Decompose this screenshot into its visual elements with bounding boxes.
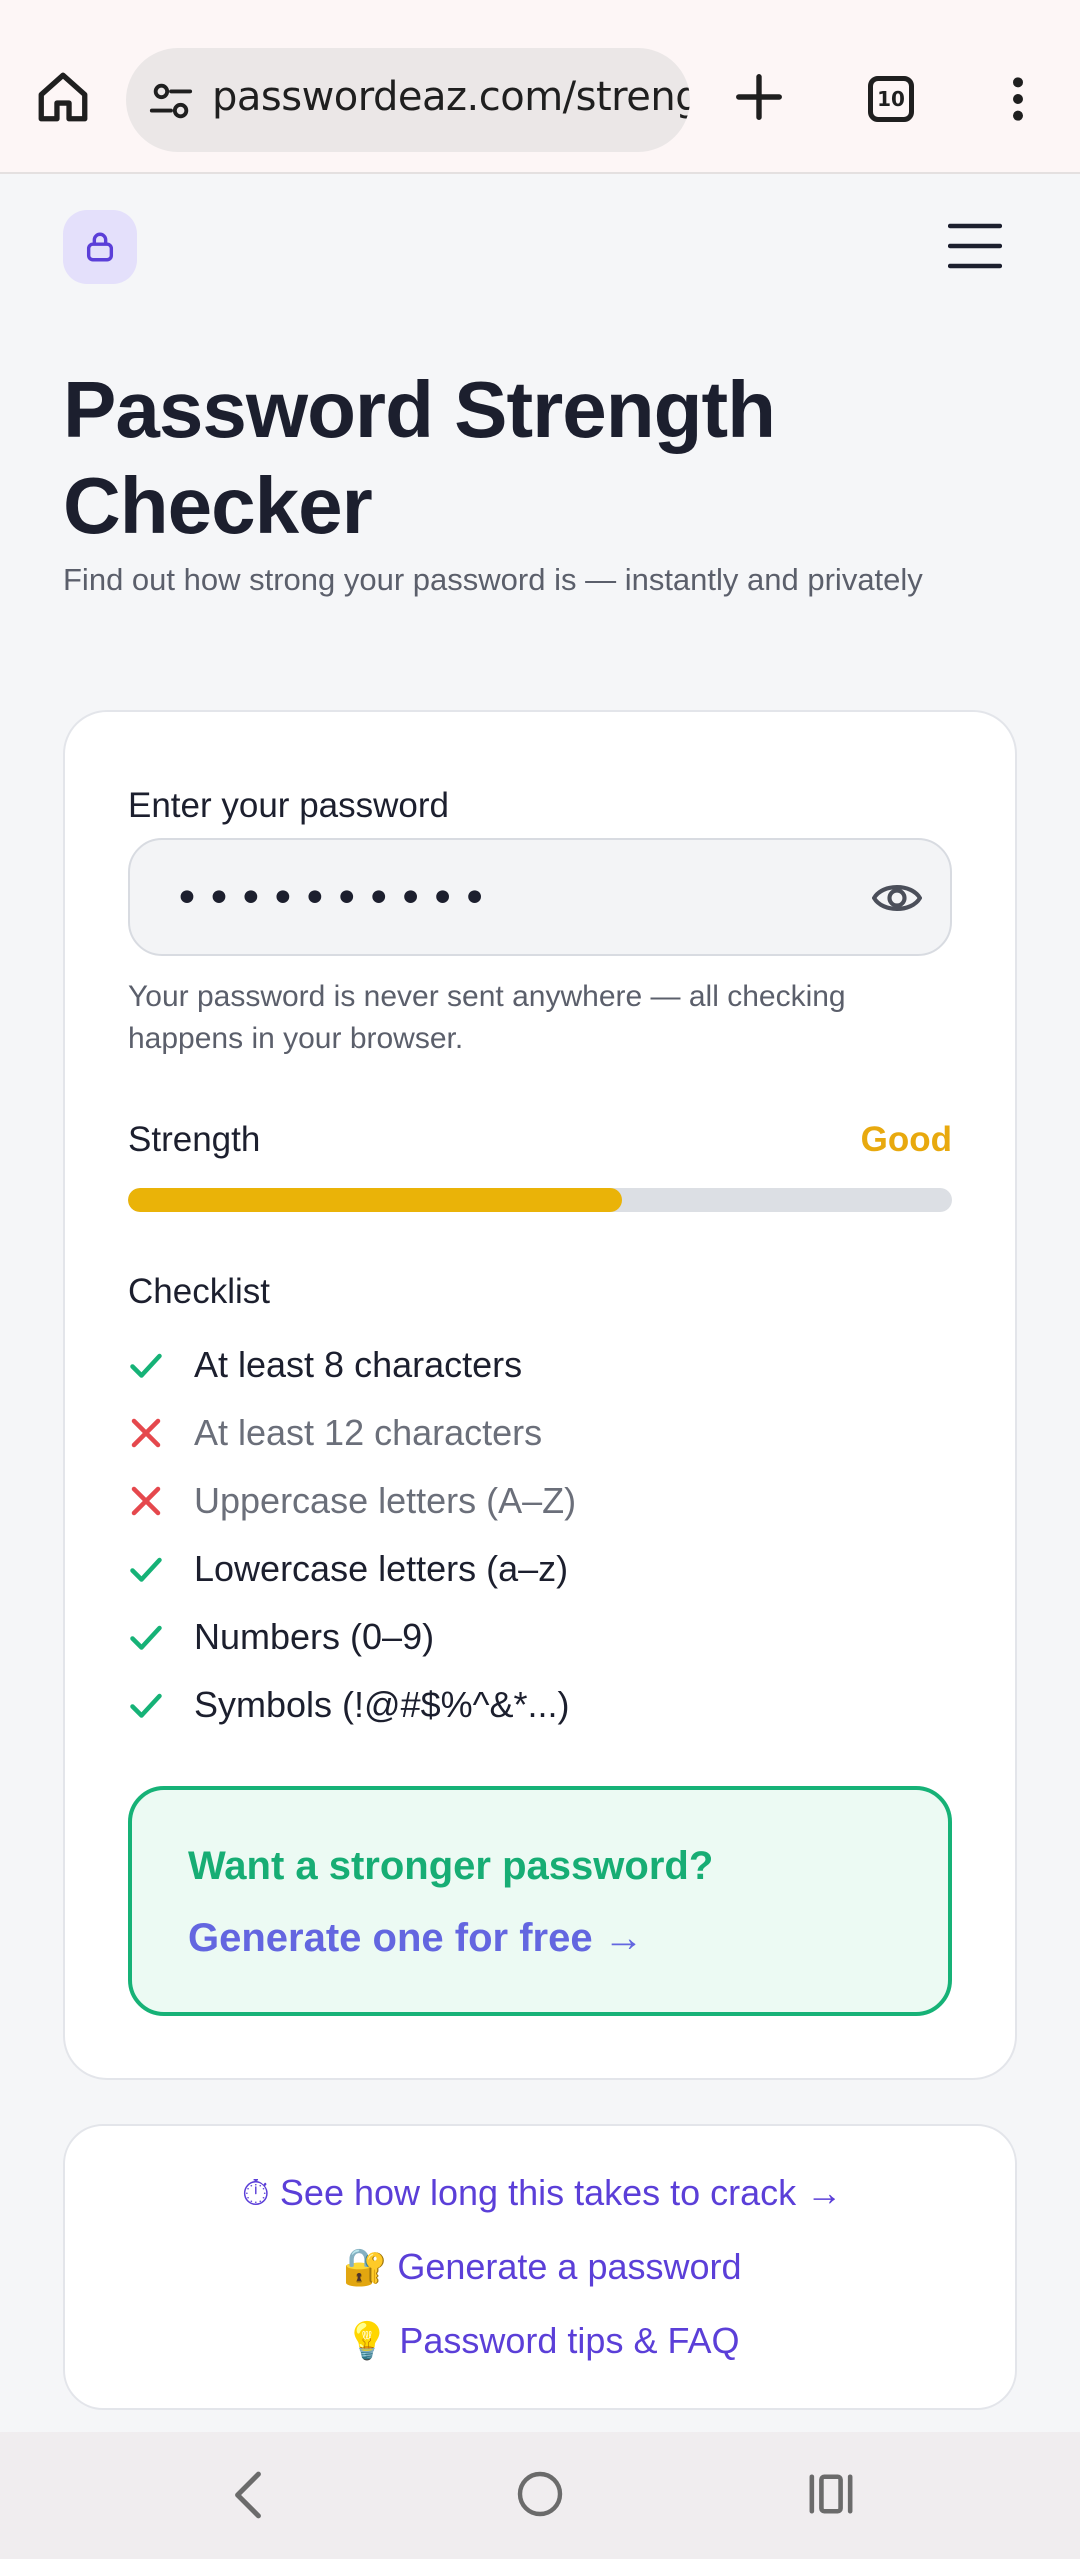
lightbulb-icon: 💡 xyxy=(344,2321,390,2362)
more-menu-icon[interactable] xyxy=(1000,74,1036,124)
home-circle-icon[interactable] xyxy=(516,2470,564,2518)
checklist-item-label: Numbers (0–9) xyxy=(194,1616,435,1657)
hamburger-menu-icon[interactable] xyxy=(948,220,1002,272)
checklist-item-label: Lowercase letters (a–z) xyxy=(194,1548,569,1589)
tab-count: 10 xyxy=(877,87,905,111)
check-icon xyxy=(128,1551,164,1587)
page-subtitle: Find out how strong your password is — i… xyxy=(63,562,923,597)
related-links-card: ⏱ See how long this takes to crack → 🔐 G… xyxy=(63,2124,1017,2410)
checklist-item-label: Uppercase letters (A–Z) xyxy=(194,1480,577,1521)
checklist-title: Checklist xyxy=(128,1272,270,1311)
password-label: Enter your password xyxy=(128,786,449,825)
password-field[interactable] xyxy=(128,838,952,956)
checklist-item: Numbers (0–9) xyxy=(128,1612,928,1662)
strength-label: Strength xyxy=(128,1120,261,1159)
checklist-item-label: At least 8 characters xyxy=(194,1344,523,1385)
cross-icon xyxy=(128,1483,164,1519)
back-icon[interactable] xyxy=(228,2470,268,2520)
site-settings-icon[interactable] xyxy=(148,78,194,124)
checklist-item: Lowercase letters (a–z) xyxy=(128,1544,928,1594)
check-icon xyxy=(128,1619,164,1655)
cta-heading: Want a stronger password? xyxy=(188,1844,714,1888)
stopwatch-icon: ⏱ xyxy=(241,2173,270,2214)
generate-password-link-label: Generate a password xyxy=(397,2246,742,2287)
system-nav-bar xyxy=(0,2432,1080,2559)
checklist-item: Uppercase letters (A–Z) xyxy=(128,1476,928,1526)
generate-password-link[interactable]: 🔐 Generate a password xyxy=(65,2246,1019,2288)
generate-link[interactable]: Generate one for free → xyxy=(188,1916,644,1961)
new-tab-icon[interactable] xyxy=(732,70,786,124)
address-bar[interactable]: passwordeaz.com/strength xyxy=(126,48,690,152)
checklist-item: Symbols (!@#$%^&*...) xyxy=(128,1680,928,1730)
cross-icon xyxy=(128,1415,164,1451)
password-input[interactable] xyxy=(174,870,834,926)
check-icon xyxy=(128,1347,164,1383)
crack-time-link-label: See how long this takes to crack → xyxy=(279,2172,843,2213)
checklist-item-label: Symbols (!@#$%^&*...) xyxy=(194,1684,570,1725)
lock-icon xyxy=(86,232,114,262)
privacy-note: Your password is never sent anywhere — a… xyxy=(128,980,846,1055)
lock-key-icon: 🔐 xyxy=(342,2247,388,2288)
check-icon xyxy=(128,1687,164,1723)
home-icon[interactable] xyxy=(34,68,92,126)
eye-icon[interactable] xyxy=(872,876,922,920)
site-logo[interactable] xyxy=(63,210,137,284)
strength-bar-fill xyxy=(128,1188,623,1212)
url-text[interactable]: passwordeaz.com/strength xyxy=(212,74,690,120)
generator-cta[interactable]: Want a stronger password? Generate one f… xyxy=(128,1786,952,2016)
strength-bar xyxy=(128,1188,952,1212)
tips-faq-link[interactable]: 💡 Password tips & FAQ xyxy=(65,2320,1019,2362)
page-title: Password Strength Checker xyxy=(63,365,776,550)
crack-time-link[interactable]: ⏱ See how long this takes to crack → xyxy=(65,2172,1019,2215)
tips-faq-link-label: Password tips & FAQ xyxy=(399,2320,740,2361)
tab-switcher-icon[interactable]: 10 xyxy=(868,76,914,122)
recents-icon[interactable] xyxy=(808,2472,854,2516)
checklist-item: At least 8 characters xyxy=(128,1340,928,1390)
checklist-item: At least 12 characters xyxy=(128,1408,928,1458)
browser-toolbar: passwordeaz.com/strength 10 xyxy=(0,0,1080,174)
checklist-item-label: At least 12 characters xyxy=(194,1412,543,1453)
strength-rating: Good xyxy=(860,1120,952,1159)
